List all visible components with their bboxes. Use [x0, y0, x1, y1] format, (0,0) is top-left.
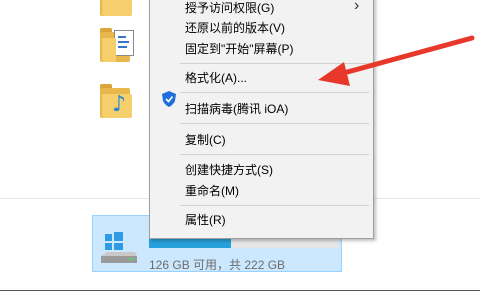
submenu-arrow-icon: › — [354, 0, 360, 14]
menu-item-scan-virus[interactable]: 扫描病毒(腾讯 iOA) — [185, 102, 288, 116]
menu-separator — [180, 123, 369, 124]
documents-folder-icon[interactable] — [100, 28, 134, 64]
menu-item-rename[interactable]: 重命名(M) — [185, 184, 239, 198]
menu-item-format[interactable]: 格式化(A)... — [185, 71, 247, 85]
menu-separator — [180, 154, 369, 155]
music-folder-icon[interactable]: ♪ — [100, 84, 134, 120]
menu-item-grant-access[interactable]: 授予访问权限(G) — [185, 1, 274, 15]
menu-separator — [180, 205, 369, 206]
drive-space-text: 126 GB 可用，共 222 GB — [149, 258, 286, 272]
menu-item-copy[interactable]: 复制(C) — [185, 133, 226, 147]
divider — [0, 290, 480, 291]
menu-item-properties[interactable]: 属性(R) — [185, 213, 226, 227]
video-folder-icon[interactable] — [100, 0, 134, 18]
windows-drive-icon — [101, 232, 137, 263]
menu-item-restore-previous[interactable]: 还原以前的版本(V) — [185, 21, 285, 35]
annotation-arrow-icon — [318, 35, 475, 86]
menu-item-pin-start[interactable]: 固定到"开始"屏幕(P) — [185, 42, 294, 56]
shield-icon — [162, 91, 176, 107]
menu-item-create-shortcut[interactable]: 创建快捷方式(S) — [185, 163, 273, 177]
